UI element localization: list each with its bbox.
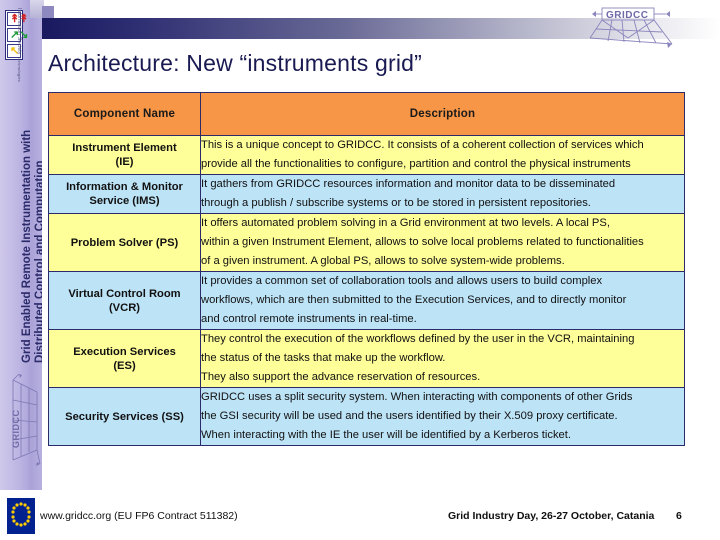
component-name-line: Security Services (SS) xyxy=(65,410,184,423)
architecture-table-wrapper: Component Name Description Instrument El… xyxy=(48,92,685,446)
description-line: the GSI security will be used and the us… xyxy=(201,410,618,422)
cell-component-name: Instrument Element (IE) xyxy=(48,135,201,175)
component-name-line: (IE) xyxy=(115,156,134,168)
ist-logo: ↟↟ ↗↘ ↖ Information Society Technologies xyxy=(5,6,28,82)
component-name-line: Execution Services xyxy=(73,345,176,358)
component-name-line: (ES) xyxy=(113,359,136,372)
sidebar-tagline-lines: Grid Enabled Remote Instrumentation with… xyxy=(21,73,42,363)
sidebar-gridcc-wordmark: GRIDCC xyxy=(11,409,21,449)
footer-event-text: Grid Industry Day, 26-27 October, Catani… xyxy=(448,510,655,522)
component-name-line: Problem Solver (PS) xyxy=(70,236,179,249)
eu-flag-field xyxy=(7,498,35,534)
cell-component-name: Virtual Control Room (VCR) xyxy=(48,271,201,330)
left-sidebar: ↟↟ ↗↘ ↖ Information Society Technologies… xyxy=(0,0,42,490)
footer-page-number: 6 xyxy=(676,510,682,522)
component-name-line: Instrument Element xyxy=(72,142,177,154)
slide-canvas: ↟↟ ↗↘ ↖ Information Society Technologies… xyxy=(0,0,720,540)
sidebar-tagline-line1: Grid Enabled Remote Instrumentation with xyxy=(21,129,33,363)
table-row: Virtual Control Room (VCR) It provides a c… xyxy=(48,271,685,330)
description-line: of a given instrument. A global PS, allo… xyxy=(201,255,565,267)
header-tab-block-2 xyxy=(42,6,54,18)
slide-footer: www.gridcc.org (EU FP6 Contract 511382) … xyxy=(0,493,720,540)
cell-description: This is a unique concept to GRIDCC. It c… xyxy=(200,135,685,175)
sidebar-gridcc-mesh-icon xyxy=(12,373,41,466)
description-line: It gathers from GRIDCC resources informa… xyxy=(201,178,616,190)
description-line: They control the execution of the workfl… xyxy=(201,333,635,345)
description-line: It offers automated problem solving in a… xyxy=(201,217,610,229)
cell-component-name: Security Services (SS) xyxy=(48,387,201,446)
gridcc-mesh-icon: GRIDCC xyxy=(589,7,673,48)
cell-component-name: Execution Services (ES) xyxy=(48,329,201,388)
eu-flag-logo xyxy=(4,495,38,537)
page-title: Architecture: New “instruments grid” xyxy=(48,50,423,76)
component-name-line: Service (IMS) xyxy=(89,195,160,207)
description-line: When interacting with the IE the user wi… xyxy=(201,429,571,441)
sidebar-tagline-line2: Distributed Control and Computation xyxy=(33,160,43,363)
description-line: workflows, which are then submitted to t… xyxy=(201,294,627,306)
architecture-table: Component Name Description Instrument El… xyxy=(48,92,685,446)
sidebar-vertical-tagline: Grid Enabled Remote Instrumentation with… xyxy=(0,75,42,365)
footer-website-text: www.gridcc.org (EU FP6 Contract 511382) xyxy=(40,510,238,522)
ist-label-main: Information Society xyxy=(16,8,22,55)
table-row: Execution Services (ES) They control the e… xyxy=(48,329,685,388)
ist-logo-label: Information Society Technologies xyxy=(16,8,22,82)
cell-description: It provides a common set of collaboratio… xyxy=(200,271,685,330)
header-component-name: Component Name xyxy=(48,92,201,136)
cell-description: They control the execution of the workfl… xyxy=(200,329,685,388)
architecture-table-body: Instrument Element (IE) This is a unique c… xyxy=(48,135,685,446)
cell-component-name: Information & Monitor Service (IMS) xyxy=(48,174,201,214)
eu-stars-icon xyxy=(11,502,31,527)
cell-description: GRIDCC uses a split security system. Whe… xyxy=(200,387,685,446)
table-row: Information & Monitor Service (IMS) It gat… xyxy=(48,174,685,214)
table-row: Security Services (SS) GRIDCC uses a spli… xyxy=(48,387,685,446)
table-row: Problem Solver (PS) It offers automated p… xyxy=(48,213,685,272)
description-line: They also support the advance reservatio… xyxy=(201,371,481,383)
cell-component-name: Problem Solver (PS) xyxy=(48,213,201,272)
header-description: Description xyxy=(200,92,685,136)
sidebar-gridcc-logo: GRIDCC xyxy=(3,372,41,468)
description-line: provide all the functionalities to confi… xyxy=(201,158,631,170)
description-line: GRIDCC uses a split security system. Whe… xyxy=(201,391,633,403)
gridcc-logo-top-right: GRIDCC xyxy=(588,4,678,50)
description-line: It provides a common set of collaboratio… xyxy=(201,275,603,287)
description-line: and control remote instruments in real-t… xyxy=(201,313,417,325)
description-line: This is a unique concept to GRIDCC. It c… xyxy=(201,139,644,151)
gridcc-wordmark: GRIDCC xyxy=(606,10,648,21)
cell-description: It offers automated problem solving in a… xyxy=(200,213,685,272)
component-name-line: (VCR) xyxy=(108,301,141,314)
description-line: through a publish / subscribe systems or… xyxy=(201,197,591,209)
cell-description: It gathers from GRIDCC resources informa… xyxy=(200,174,685,214)
description-line: the status of the tasks that make up the… xyxy=(201,352,446,364)
component-name-line: Information & Monitor xyxy=(66,181,183,193)
table-row: Instrument Element (IE) This is a unique c… xyxy=(48,135,685,175)
description-line: within a given Instrument Element, allow… xyxy=(201,236,644,248)
component-name-line: Virtual Control Room xyxy=(68,287,181,300)
table-header-row: Component Name Description xyxy=(48,92,685,136)
